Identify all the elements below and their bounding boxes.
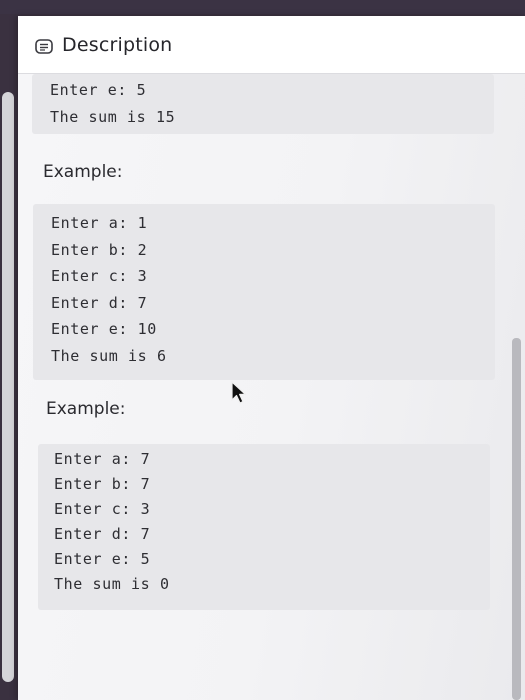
mouse-pointer-icon [230,380,248,406]
code-line: Enter e: 5 [50,81,147,99]
code-line: Enter e: 10 [51,320,157,338]
code-line: The sum is 15 [50,108,176,126]
code-line: Enter c: 3 [54,500,151,518]
code-line: Enter c: 3 [51,267,148,285]
code-line: Enter d: 7 [51,294,148,312]
message-lines-icon [35,39,53,54]
example-1-title: Example: [43,162,123,182]
code-block-top: Enter e: 5 The sum is 15 [32,74,494,134]
code-line: Enter b: 7 [54,475,151,493]
left-scrollbar[interactable] [2,92,14,682]
code-block-example-1: Enter a: 1 Enter b: 2 Enter c: 3 Enter d… [33,204,495,380]
code-line: Enter b: 2 [51,241,148,259]
screen: Description Enter e: 5 The sum is 15 Exa… [0,0,525,700]
description-panel: Description Enter e: 5 The sum is 15 Exa… [18,16,525,700]
code-line: The sum is 0 [54,575,170,593]
panel-title: Description [62,34,173,56]
example-2-title: Example: [46,399,126,419]
panel-header: Description [18,16,525,74]
code-line: Enter d: 7 [54,525,151,543]
code-line: Enter a: 1 [51,214,148,232]
code-line: The sum is 6 [51,347,167,365]
code-line: Enter e: 5 [54,550,151,568]
right-scrollbar[interactable] [512,338,521,700]
code-line: Enter a: 7 [54,450,151,468]
code-block-example-2: Enter a: 7 Enter b: 7 Enter c: 3 Enter d… [38,444,490,610]
